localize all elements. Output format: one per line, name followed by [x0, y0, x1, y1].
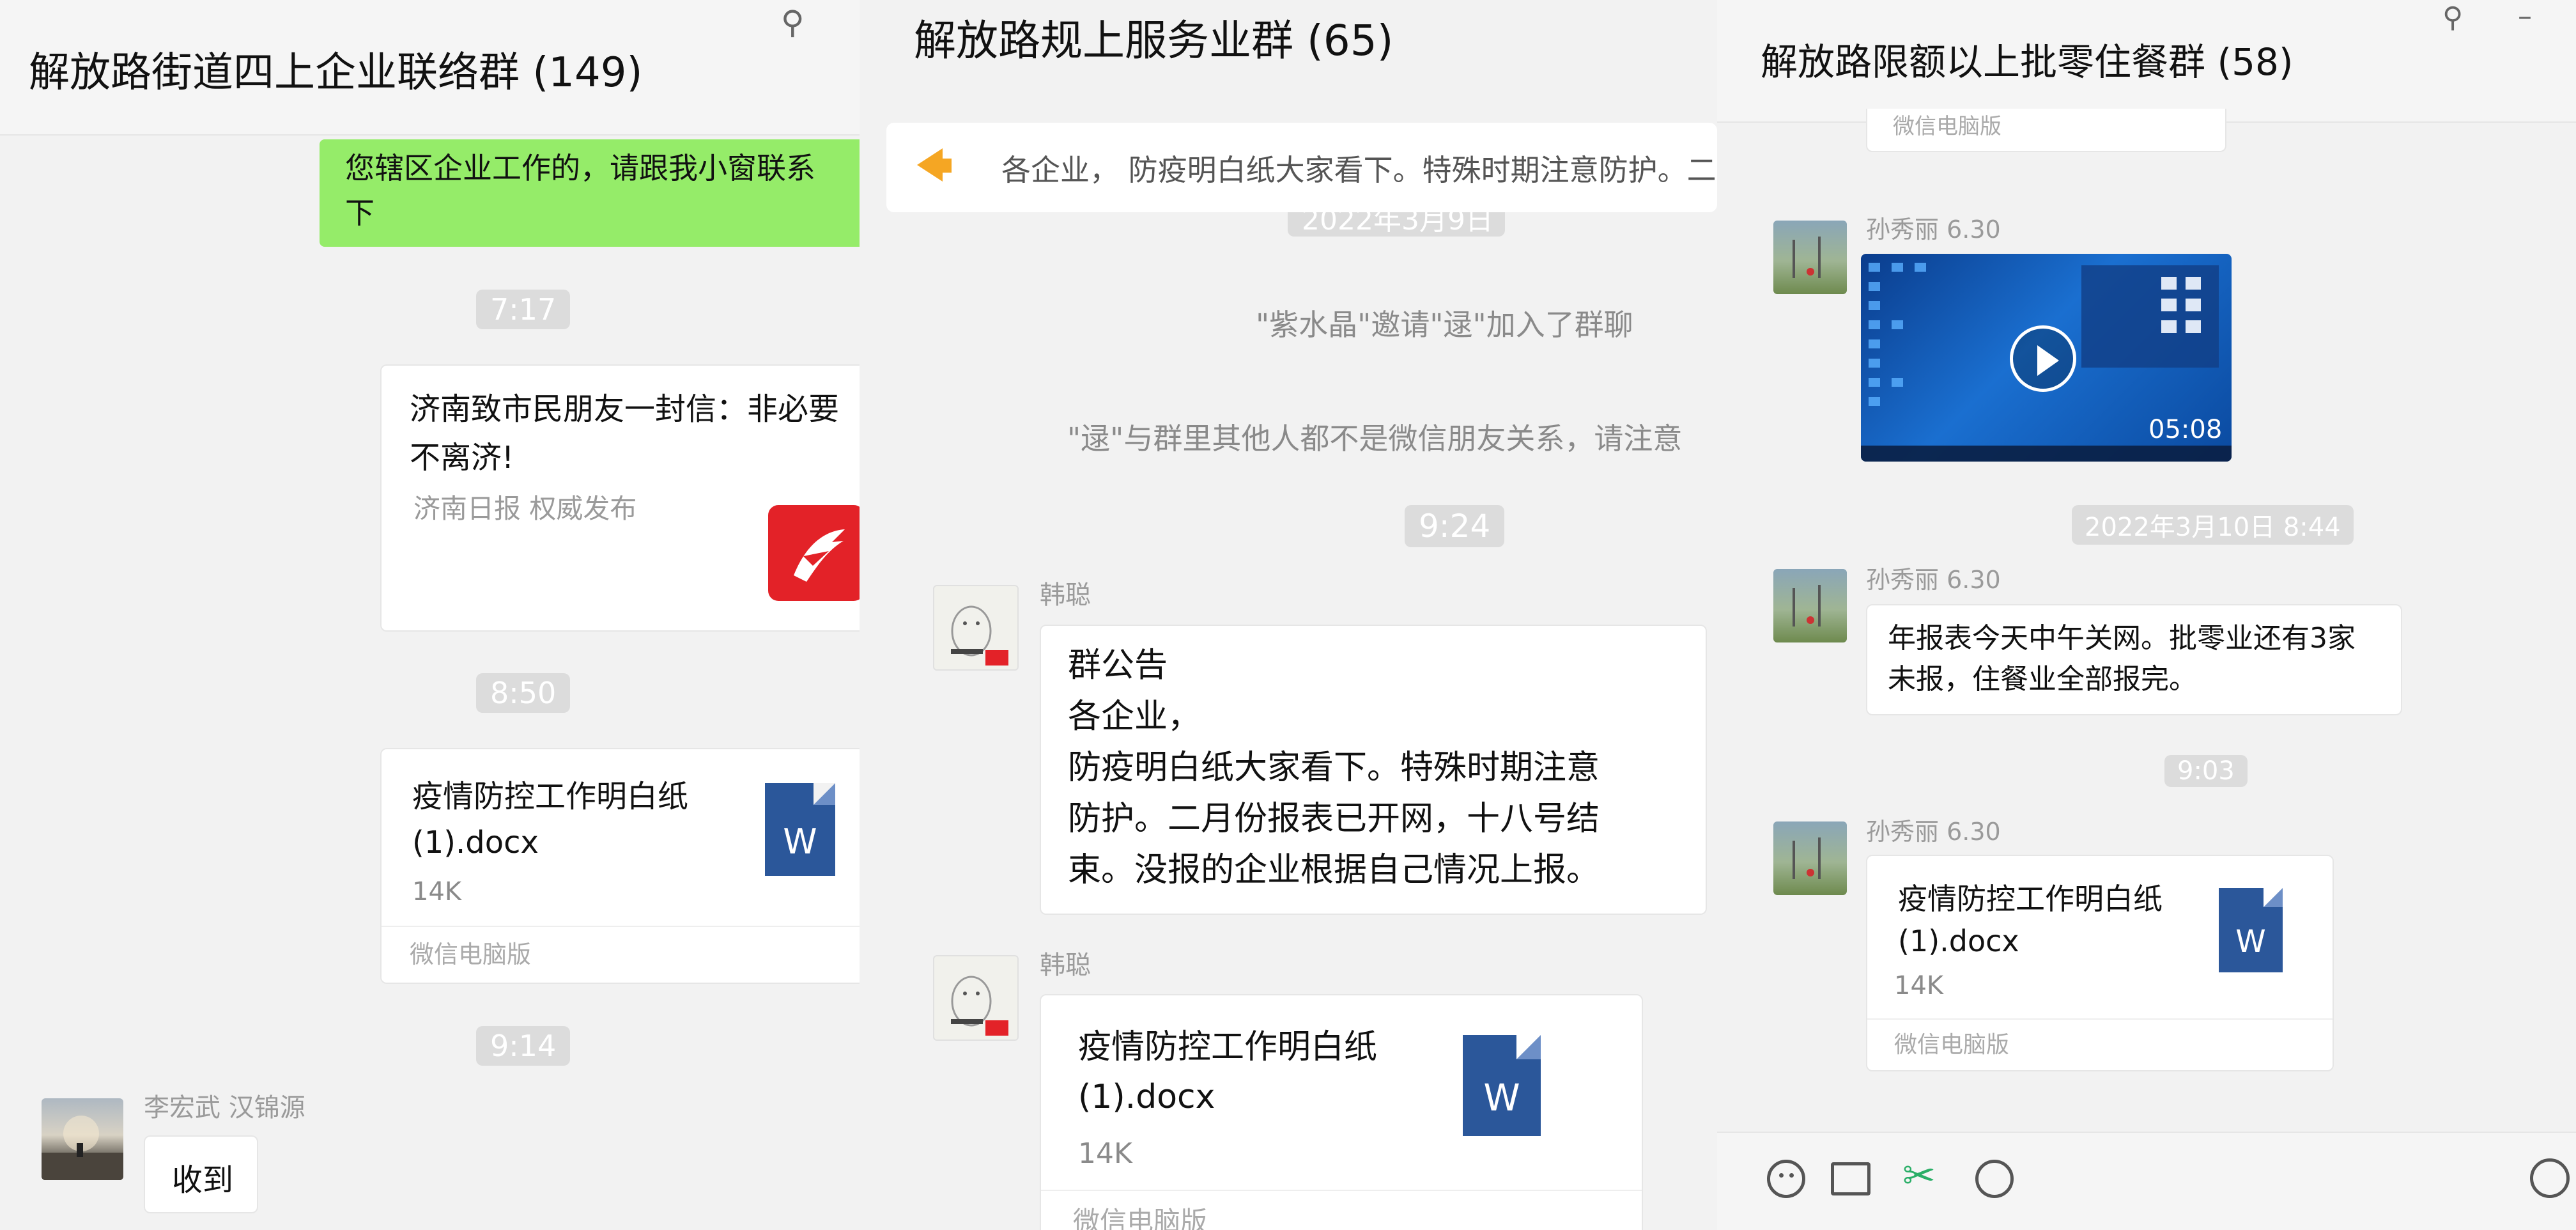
avatar[interactable] [1773, 569, 1847, 642]
video-thumbnail[interactable]: 05:08 [1861, 254, 2232, 462]
avatar[interactable] [42, 1098, 123, 1180]
chat-title: 解放路限额以上批零住餐群 (58) [1761, 40, 2294, 84]
sender-name: 孙秀丽 6.30 [1866, 566, 2001, 594]
message-bubble-self[interactable]: 您辖区企业工作的，请跟我小窗联系 下 [320, 139, 860, 247]
voice-call-icon[interactable] [2530, 1158, 2570, 1198]
file-footer: 微信电脑版 [1867, 1018, 2333, 1071]
word-doc-icon: W [765, 783, 835, 876]
pinned-notice-text: 各企业， 防疫明白纸大家看下。特殊时期注意防护。二 [1001, 153, 1716, 187]
file-name: 疫情防控工作明白纸 (1).docx [1898, 882, 2163, 958]
system-message: "紫水晶"邀请"逯"加入了群聊 [1256, 308, 1633, 342]
announcement-bubble[interactable]: 群公告 各企业， 防疫明白纸大家看下。特殊时期注意 防护。二月份报表已开网，十八… [1040, 625, 1707, 915]
minimize-icon[interactable]: – [2518, 0, 2532, 33]
file-footer: 微信电脑版 [382, 926, 860, 983]
article-card[interactable]: 济南致市民朋友一封信：非必要 不离济! 济南日报 权威发布 [380, 364, 860, 632]
word-doc-icon: W [2219, 888, 2283, 972]
file-name: 疫情防控工作明白纸 (1).docx [412, 779, 689, 860]
message-text: 年报表今天中午关网。批零业还有3家 未报，住餐业全部报完。 [1888, 622, 2356, 696]
speaker-icon [917, 148, 943, 182]
file-footer: 微信电脑版 [1893, 114, 2001, 139]
avatar[interactable] [1773, 221, 1847, 294]
timestamp: 9:24 [1405, 505, 1505, 547]
timestamp: 8:50 [476, 673, 571, 713]
system-message: "逯"与群里其他人都不是微信朋友关系，请注意 [1067, 421, 1683, 456]
chat-panel-xiane: 解放路限额以上批零住餐群 (58) ⚲ – 微信电脑版 孙秀丽 6.30 05:… [1717, 0, 2576, 1230]
file-size: 14K [1894, 971, 1944, 1000]
pinned-notice-bar[interactable]: 各企业， 防疫明白纸大家看下。特殊时期注意防护。二 [886, 123, 1717, 212]
pin-icon[interactable]: ⚲ [781, 4, 805, 41]
sender-name: 孙秀丽 6.30 [1866, 818, 2001, 846]
input-toolbar: ✂ [1717, 1132, 2576, 1230]
chat-panel-sijing: 解放路街道四上企业联络群 (149) ⚲ 您辖区企业工作的，请跟我小窗联系 下 … [0, 0, 860, 1230]
chat-header: 解放路街道四上企业联络群 (149) ⚲ [0, 0, 860, 136]
file-footer: 微信电脑版 [1041, 1190, 1642, 1230]
emoji-icon[interactable] [1767, 1160, 1805, 1198]
file-card[interactable]: 疫情防控工作明白纸 (1).docx 14K W 微信电脑版 [1866, 855, 2334, 1071]
timestamp: 2022年3月10日 8:44 [2072, 505, 2354, 545]
play-button-icon[interactable] [2010, 325, 2076, 392]
announcement-text: 群公告 各企业， 防疫明白纸大家看下。特殊时期注意 防护。二月份报表已开网，十八… [1068, 646, 1600, 889]
avatar[interactable] [933, 585, 1019, 671]
video-duration: 05:08 [2148, 415, 2223, 444]
scissors-icon[interactable]: ✂ [1902, 1152, 1936, 1199]
app-logo-icon [768, 505, 860, 601]
article-source: 济南日报 权威发布 [413, 493, 637, 524]
chat-bubble-icon[interactable] [1975, 1160, 2014, 1198]
article-title: 济南致市民朋友一封信：非必要 不离济! [410, 391, 840, 476]
file-card[interactable]: 疫情防控工作明白纸 (1).docx 14K W 微信电脑版 [1040, 994, 1643, 1230]
folder-icon[interactable] [1831, 1162, 1870, 1195]
sender-name: 韩聪 [1040, 951, 1091, 980]
timestamp-partial: 2022年3月9日 17:00 [1288, 212, 1505, 237]
message-bubble[interactable]: 年报表今天中午关网。批零业还有3家 未报，住餐业全部报完。 [1866, 604, 2402, 715]
chat-panel-guishang: 解放路规上服务业群 (65) 各企业， 防疫明白纸大家看下。特殊时期注意防护。二… [860, 0, 1717, 1230]
file-size: 14K [412, 877, 462, 907]
file-size: 14K [1078, 1137, 1132, 1170]
timestamp: 9:14 [476, 1026, 571, 1066]
sender-name: 韩聪 [1040, 580, 1091, 610]
file-name: 疫情防控工作明白纸 (1).docx [1078, 1028, 1378, 1116]
chat-title: 解放路街道四上企业联络群 (149) [29, 49, 643, 97]
word-doc-icon: W [1463, 1035, 1541, 1136]
avatar[interactable] [933, 955, 1019, 1041]
timestamp: 7:17 [476, 290, 571, 329]
message-text: 您辖区企业工作的，请跟我小窗联系 下 [345, 151, 815, 230]
file-card[interactable]: 疫情防控工作明白纸 (1).docx 14K W 微信电脑版 [380, 748, 860, 984]
pin-icon[interactable]: ⚲ [2442, 1, 2463, 34]
chat-title: 解放路规上服务业群 (65) [914, 16, 1394, 65]
message-bubble[interactable]: 收到 [144, 1135, 258, 1213]
avatar[interactable] [1773, 821, 1847, 895]
sender-name: 李宏武 汉锦源 [144, 1093, 305, 1123]
sender-name: 孙秀丽 6.30 [1866, 215, 2001, 244]
chat-header: 解放路限额以上批零住餐群 (58) ⚲ – [1717, 0, 2576, 123]
file-card-partial[interactable]: 微信电脑版 [1866, 109, 2226, 152]
timestamp: 9:03 [2164, 755, 2248, 787]
message-text: 收到 [172, 1162, 234, 1198]
